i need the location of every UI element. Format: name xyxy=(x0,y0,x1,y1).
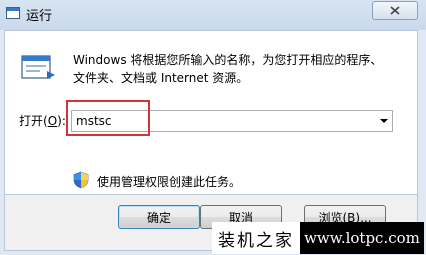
watermark: 装机之家 www.lotpc.com xyxy=(212,222,424,254)
watermark-brand: 装机之家 xyxy=(212,222,300,254)
ok-button[interactable]: 确定 xyxy=(118,205,200,229)
run-program-icon xyxy=(21,55,55,79)
open-label-accel: O xyxy=(47,114,58,128)
window-title: 运行 xyxy=(26,9,53,24)
uac-shield-icon xyxy=(73,171,89,189)
run-description: Windows 将根据您所输入的名称，为您打开相应的程序、 文件夹、文档或 In… xyxy=(73,51,403,87)
close-icon xyxy=(390,6,400,15)
watermark-url: www.lotpc.com xyxy=(300,222,424,254)
admin-note: 使用管理权限创建此任务。 xyxy=(97,175,242,189)
close-button[interactable] xyxy=(372,1,418,20)
run-window-icon xyxy=(6,7,20,19)
title-bar[interactable]: 运行 xyxy=(0,0,426,30)
open-label: 打开(O): xyxy=(19,112,66,129)
annotation-highlight xyxy=(66,100,150,136)
description-line-1: Windows 将根据您所输入的名称，为您打开相应的程序、 xyxy=(73,53,383,67)
chevron-down-icon[interactable] xyxy=(380,119,388,123)
open-label-suffix: ): xyxy=(57,114,66,128)
description-line-2: 文件夹、文档或 Internet 资源。 xyxy=(73,71,249,85)
open-label-prefix: 打开( xyxy=(19,114,48,128)
